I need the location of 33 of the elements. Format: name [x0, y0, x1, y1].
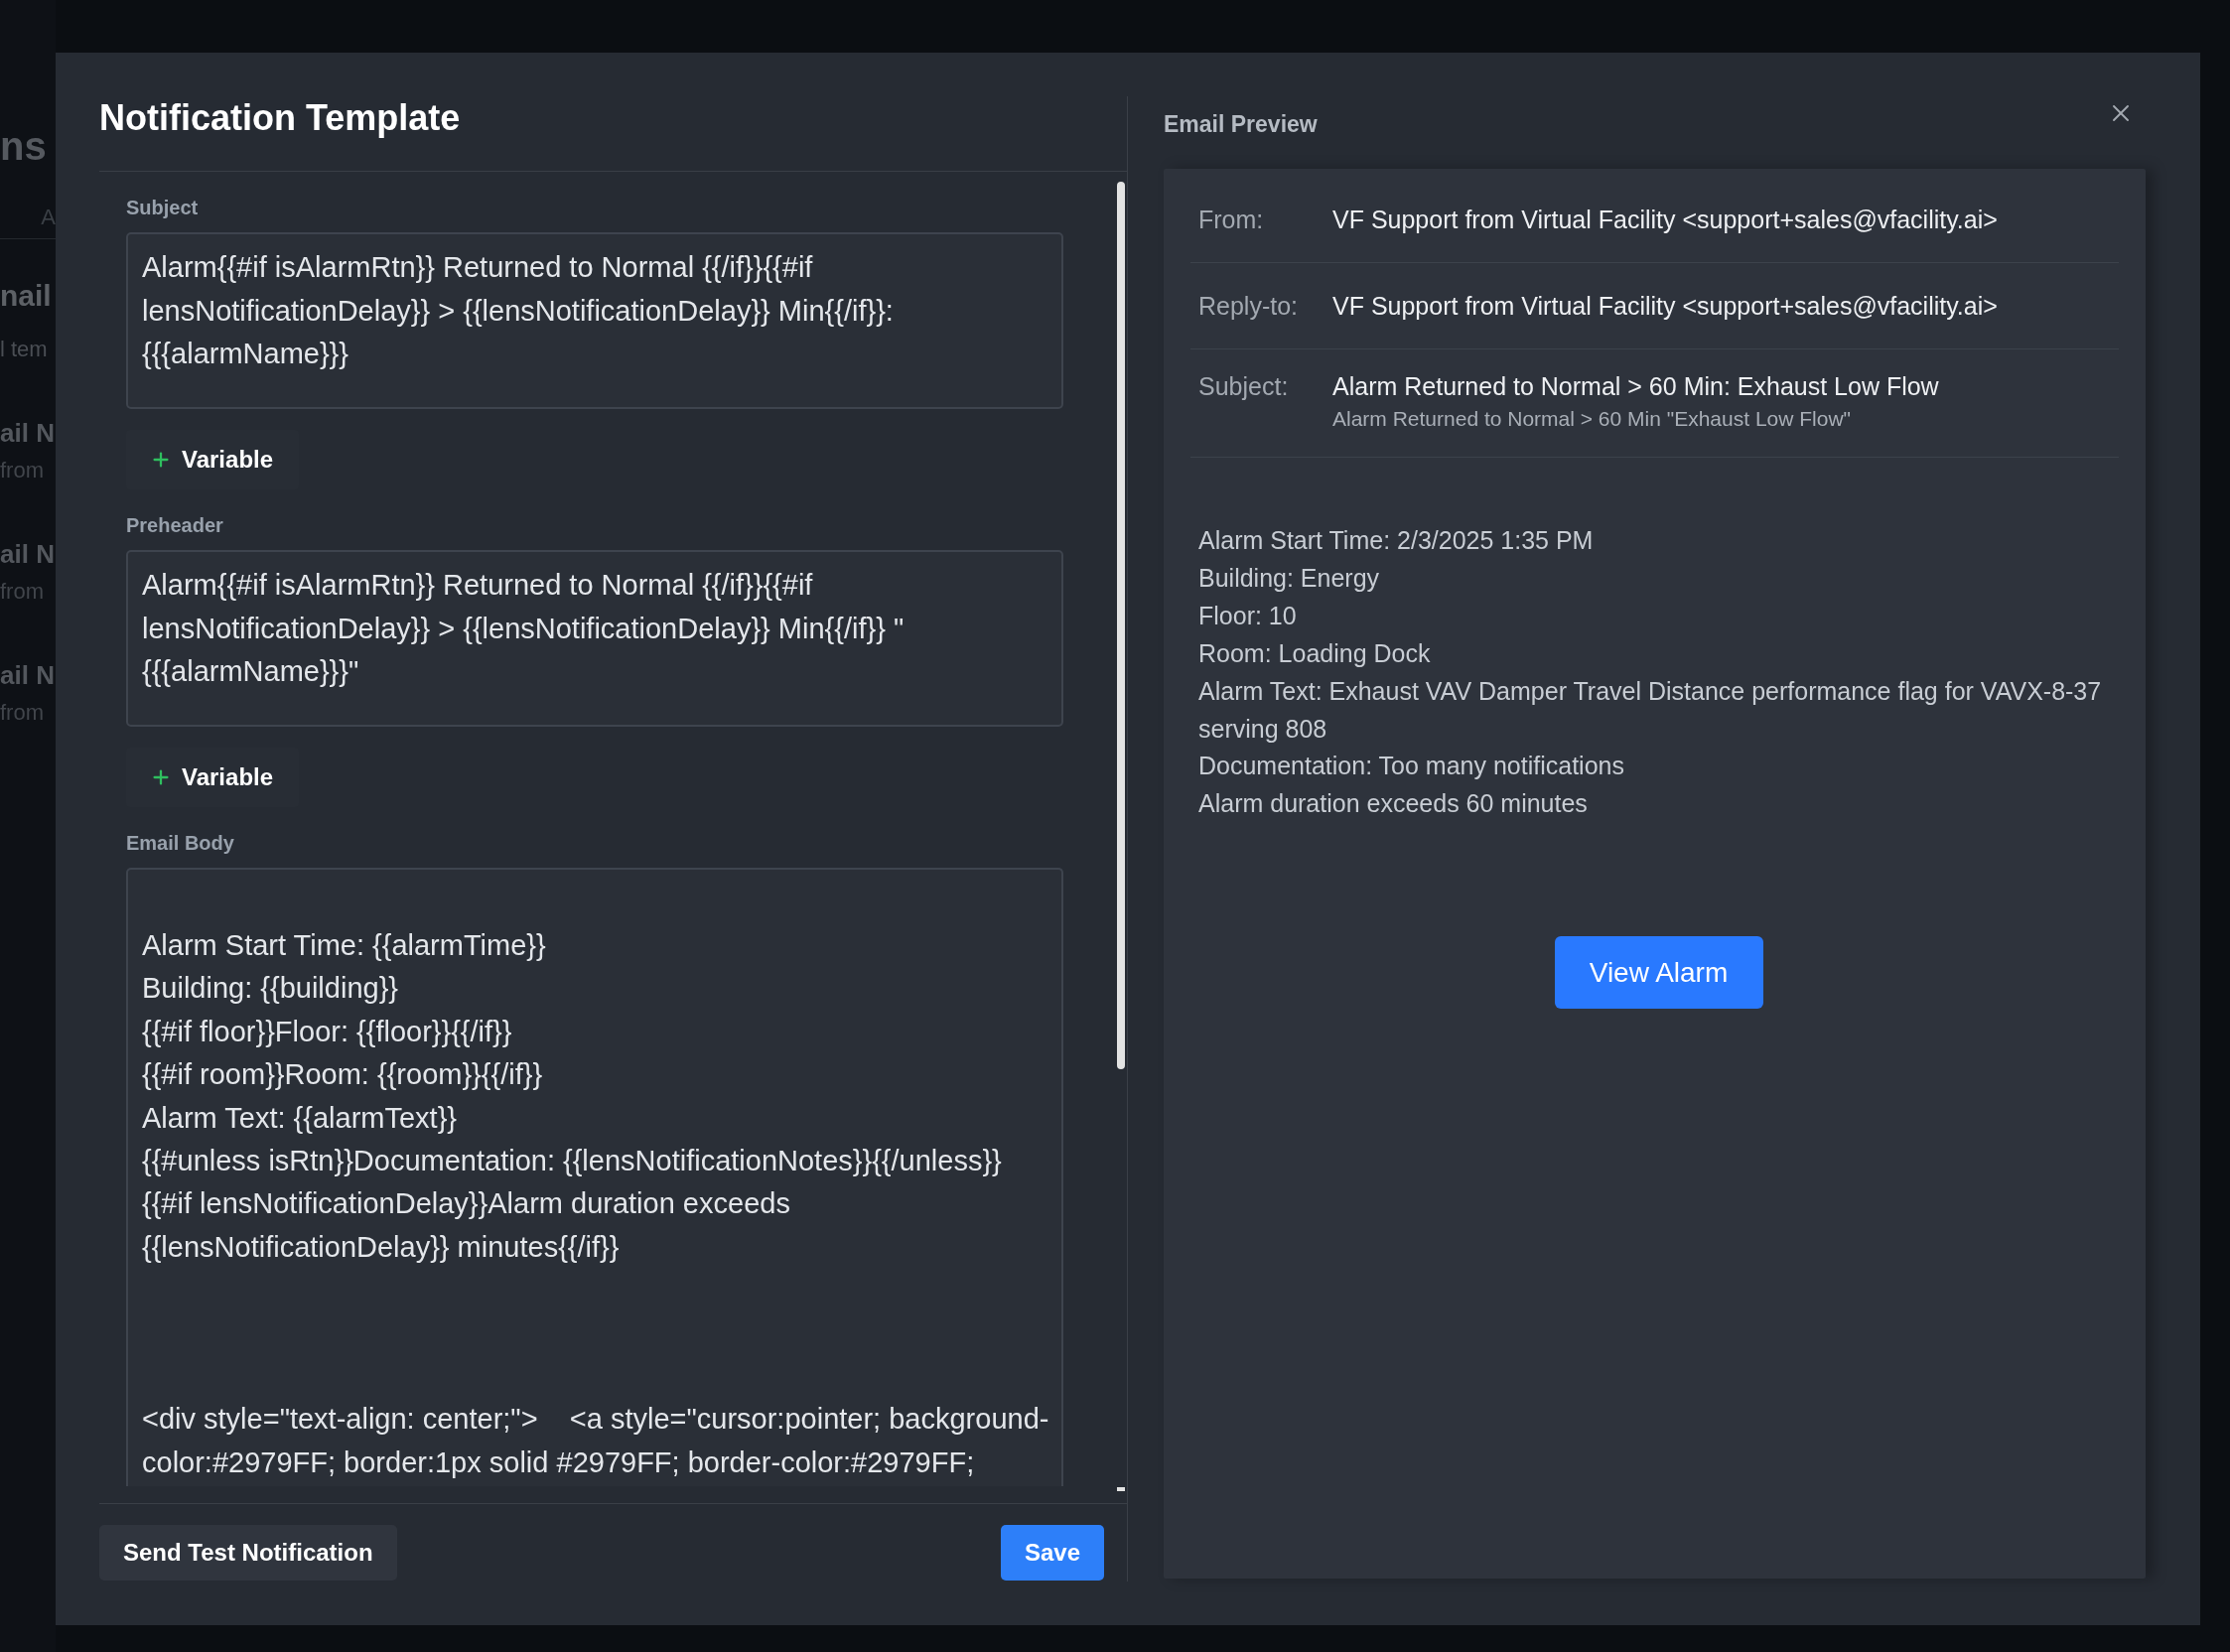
header-label: From:: [1198, 205, 1264, 235]
preview-body-text: Alarm Text: Exhaust VAV Damper Travel Distance performance flag for VAVX-8-37 serving 808: [1198, 675, 2103, 745]
view-alarm-button[interactable]: View Alarm: [1554, 936, 1763, 1010]
email-body-field[interactable]: Alarm Start Time: {{alarmTime}} Building: {{building}} {{#if floor}}Floor: {{floor}}{{/if}} {{#if room}}Room: {{room}}{{/if}} Alarm Text: {{alarmText}} {{#unless isRtn}}Documentation: {{lensNotificationNotes}}{{/unless}} {{#if lensNotificationDelay}}Alarm duration exceeds {{lensNotificationDelay}} minutes{{/if}} <div style="text-align: center;"> <a style="cursor:pointer; background- color:#2979FF; border:1px solid #2979FF; border-color:#2979FF;: [126, 868, 1063, 1486]
list-item-title: ail N: [0, 660, 55, 690]
header-value: VF Support from Virtual Facility <support+sales@vfacility.ai>: [1332, 291, 1998, 322]
header-label: Subject:: [1198, 371, 1289, 402]
list-item-title: ail N: [0, 418, 55, 448]
header-value: Alarm Returned to Normal > 60 Min: Exhaust Low Flow: [1332, 371, 1939, 402]
scrollbar-end-mark: [1117, 1487, 1125, 1491]
header-value: VF Support from Virtual Facility <support+sales@vfacility.ai>: [1332, 205, 1998, 235]
preview-body-text: Alarm Start Time: 2/3/2025 1:35 PM: [1198, 525, 1594, 556]
preview-body-text: Room: Loading Dock: [1198, 637, 1431, 669]
field-label: Email Body: [126, 831, 234, 855]
header-label: Reply-to:: [1198, 291, 1299, 322]
preview-body-text: Documentation: Too many notifications: [1198, 751, 1624, 782]
section-title: nail: [0, 278, 52, 314]
subject-field[interactable]: Alarm{{#if isAlarmRtn}} Returned to Normal {{/if}}{{#if lensNotificationDelay}} > {{lensNotificationDelay}} Min{{/if}}: {{{alarmName}}}: [126, 232, 1063, 409]
preview-body-text: Building: Energy: [1198, 562, 1380, 594]
list-item-title: ail N: [0, 539, 55, 569]
dialog-title: Notification Template: [99, 96, 461, 140]
preview-title: Email Preview: [1164, 110, 1318, 138]
preheader-text: Alarm Returned to Normal > 60 Min "Exhaust Low Flow": [1332, 406, 1852, 432]
section-description: l tem: [0, 337, 48, 362]
page-heading: ns: [0, 123, 47, 170]
field-label: Subject: [126, 196, 199, 219]
preview-body-text: Floor: 10: [1198, 600, 1297, 631]
scrollbar-thumb[interactable]: [1117, 182, 1125, 1069]
send-test-button[interactable]: Send Test Notification: [99, 1525, 397, 1581]
preheader-field[interactable]: Alarm{{#if isAlarmRtn}} Returned to Normal {{/if}}{{#if lensNotificationDelay}} > {{lensNotificationDelay}} Min{{/if}} " {{{alarmName}}}": [126, 550, 1063, 727]
preview-body-text: Alarm duration exceeds 60 minutes: [1198, 788, 1588, 820]
save-button[interactable]: Save: [1000, 1525, 1104, 1581]
field-label: Preheader: [126, 513, 223, 537]
